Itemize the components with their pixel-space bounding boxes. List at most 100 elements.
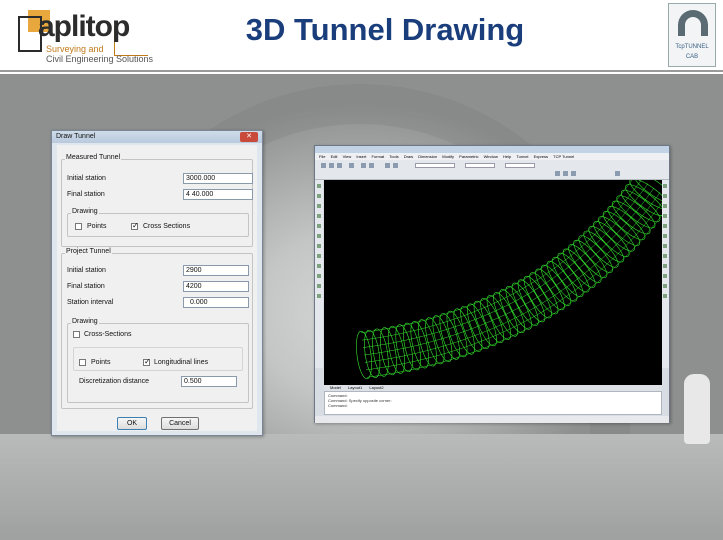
menu-item-format[interactable]: Format [371,153,384,160]
project-points-checkbox[interactable] [79,359,86,366]
menu-item-file[interactable]: File [319,153,325,160]
logo-tagline-2: Civil Engineering Solutions [46,54,154,64]
project-final-station-label: Final station [67,283,105,290]
measured-final-station-label: Final station [67,191,105,198]
line-tool-icon[interactable] [317,184,321,188]
tunnel-longitudinal-line [366,214,662,378]
new-icon[interactable] [321,163,326,168]
table-tool-icon[interactable] [317,294,321,298]
tunnel-longitudinal-line [364,192,661,363]
print-icon[interactable] [349,163,354,168]
layers-icon[interactable] [563,171,568,176]
mirror-tool-icon[interactable] [663,204,667,208]
project-cross-sections-label: Cross-Sections [84,331,132,338]
badge-line-2: CAB [685,54,699,60]
fillet-tool-icon[interactable] [663,294,667,298]
undo-icon[interactable] [361,163,366,168]
move-tool-icon[interactable] [663,234,667,238]
cad-left-toolbar [315,180,323,368]
cad-status-bar [315,416,669,423]
text-tool-icon[interactable] [317,254,321,258]
menu-item-view[interactable]: View [343,153,352,160]
spline-tool-icon[interactable] [317,234,321,238]
array-tool-icon[interactable] [663,224,667,228]
open-icon[interactable] [329,163,334,168]
longitudinal-lines-checkbox[interactable] [143,357,151,366]
block-tool-icon[interactable] [317,264,321,268]
slide-header: aplitop Surveying and Civil Engineering … [0,0,723,72]
menu-item-edit[interactable]: Edit [331,153,338,160]
measured-final-station-input[interactable]: 4 40.000 [183,189,253,200]
menu-item-window[interactable]: Window [484,153,498,160]
menu-item-draw[interactable]: Draw [404,153,413,160]
erase-tool-icon[interactable] [663,184,667,188]
arc-tool-icon[interactable] [317,214,321,218]
dialog-client: Measured Tunnel Initial station 3000.000… [57,145,257,431]
measured-cross-sections-checkbox[interactable] [131,221,139,230]
project-points-label: Points [91,359,111,366]
worker-figure [684,374,710,444]
save-icon[interactable] [337,163,342,168]
rectangle-tool-icon[interactable] [317,224,321,228]
match-icon[interactable] [571,171,576,176]
help-icon[interactable] [615,171,620,176]
extend-tool-icon[interactable] [663,284,667,288]
measured-points-checkbox[interactable] [75,223,82,230]
logo-tagline-1: Surveying and [46,44,104,54]
circle-tool-icon[interactable] [317,204,321,208]
cad-application-window: File Edit View Insert Format Tools Draw … [314,145,670,423]
zoom-icon[interactable] [393,163,398,168]
tunnel-mesh-drawing [356,180,662,380]
copy-tool-icon[interactable] [663,194,667,198]
station-interval-input[interactable]: 0.000 [183,297,249,308]
stretch-tool-icon[interactable] [663,264,667,268]
cancel-button[interactable]: Cancel [161,417,199,430]
close-icon: ✕ [246,133,252,140]
badge-line-1: TcpTUNNEL [675,44,709,50]
draw-tunnel-dialog: Draw Tunnel ✕ Measured Tunnel Initial st… [51,130,263,436]
project-final-station-input[interactable]: 4200 [183,281,249,292]
close-button[interactable]: ✕ [240,132,258,142]
lineweight-dropdown[interactable] [505,163,535,168]
point-tool-icon[interactable] [317,274,321,278]
menu-item-parametric[interactable]: Parametric [459,153,478,160]
cad-menu-bar: File Edit View Insert Format Tools Draw … [315,153,669,160]
project-cross-sections-checkbox[interactable] [73,331,80,338]
region-tool-icon[interactable] [317,284,321,288]
dialog-title: Draw Tunnel [56,133,96,140]
trim-tool-icon[interactable] [663,274,667,278]
menu-item-tunnel[interactable]: Tunnel [516,153,528,160]
properties-icon[interactable] [555,171,560,176]
measured-initial-station-input[interactable]: 3000.000 [183,173,253,184]
project-tunnel-group-title: Project Tunnel [65,248,112,255]
menu-item-insert[interactable]: Insert [356,153,366,160]
tunnel-longitudinal-line [363,187,655,356]
project-initial-station-input[interactable]: 2900 [183,265,249,276]
rotate-tool-icon[interactable] [663,244,667,248]
scale-tool-icon[interactable] [663,254,667,258]
pan-icon[interactable] [385,163,390,168]
menu-item-express[interactable]: Express [534,153,548,160]
linetype-dropdown[interactable] [465,163,495,168]
hatch-tool-icon[interactable] [317,244,321,248]
menu-item-help[interactable]: Help [503,153,511,160]
cad-command-line[interactable]: Command: Command: Specify opposite corne… [324,391,662,415]
menu-item-tools[interactable]: Tools [389,153,398,160]
layer-dropdown[interactable] [415,163,455,168]
cad-drawing-canvas[interactable] [324,180,662,385]
dialog-titlebar[interactable]: Draw Tunnel ✕ [52,131,262,143]
slide-title: 3D Tunnel Drawing [245,12,525,47]
menu-item-modify[interactable]: Modify [442,153,454,160]
menu-item-dimension[interactable]: Dimension [418,153,437,160]
offset-tool-icon[interactable] [663,214,667,218]
redo-icon[interactable] [369,163,374,168]
ok-button[interactable]: OK [117,417,147,430]
discretization-distance-input[interactable]: 0.500 [181,376,237,387]
project-initial-station-label: Initial station [67,267,106,274]
cad-titlebar[interactable] [315,146,669,153]
menu-item-tcp-tunnel[interactable]: TCP Tunnel [553,153,574,160]
measured-drawing-group-title: Drawing [71,208,99,215]
polyline-tool-icon[interactable] [317,194,321,198]
tcptunnel-badge: TcpTUNNEL CAB [668,3,716,67]
measured-tunnel-group-title: Measured Tunnel [65,154,122,161]
